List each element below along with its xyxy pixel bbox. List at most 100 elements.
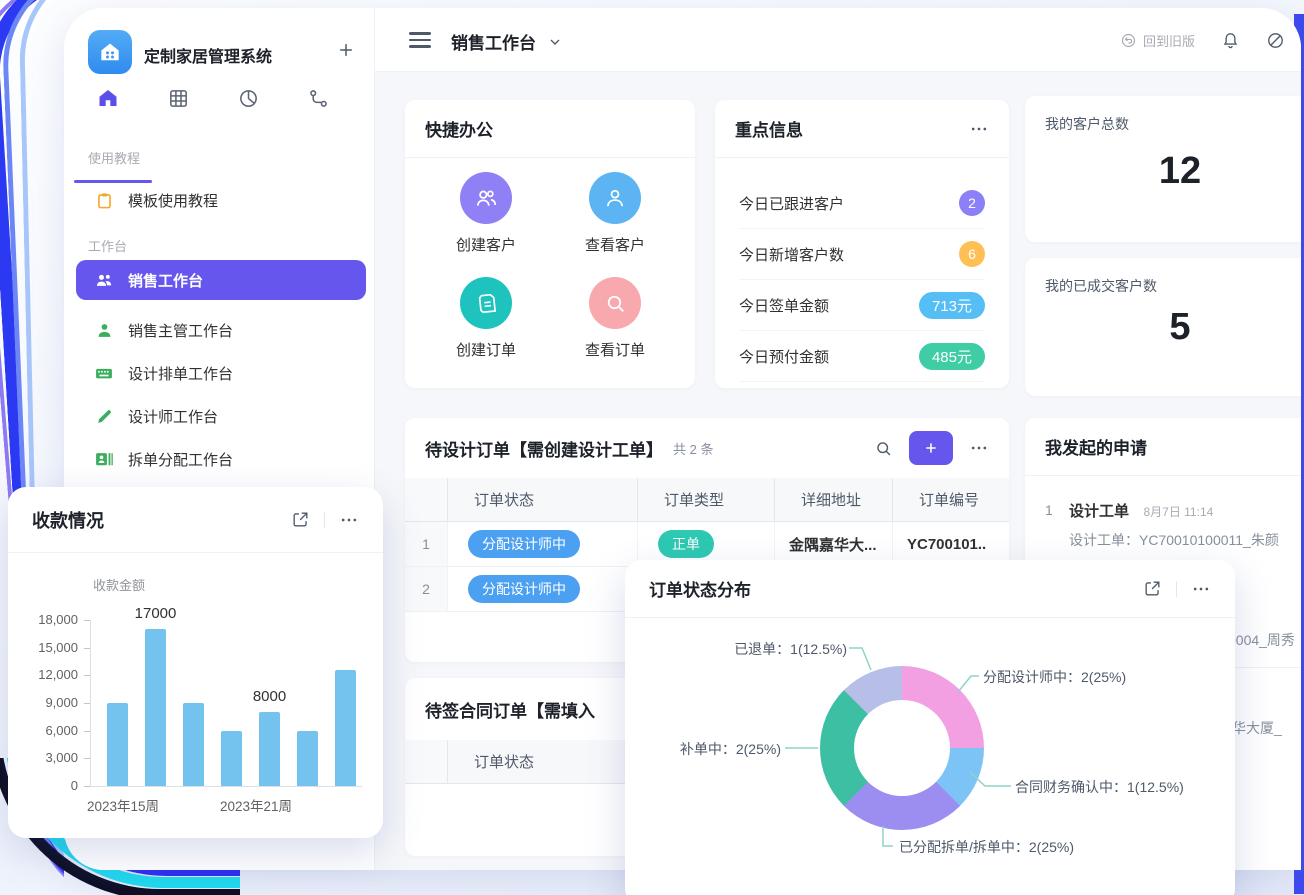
sidebar-item-designer[interactable]: 设计师工作台 <box>76 396 366 436</box>
tab-home[interactable] <box>94 84 122 112</box>
application-desc-fragment: 华大厦_ <box>1232 718 1282 738</box>
stat-card-closed-customers: 我的已成交客户数 5 <box>1025 258 1301 396</box>
key-info-label: 今日新增客户数 <box>739 244 844 265</box>
stat-value: 5 <box>1025 306 1301 349</box>
stat-value: 12 <box>1025 150 1301 193</box>
y-tick-mark <box>84 786 90 787</box>
id-card-icon <box>94 449 114 469</box>
action-view-order[interactable]: 查看订单 <box>570 277 660 360</box>
sidebar-item-label: 拆单分配工作台 <box>128 449 233 470</box>
ellipsis-icon[interactable] <box>969 119 989 139</box>
bar[interactable] <box>107 703 128 786</box>
card-title: 订单状态分布 <box>649 576 751 601</box>
key-info-row: 今日新增客户数 6 <box>739 229 985 280</box>
sidebar-section-label: 工作台 <box>88 236 127 255</box>
bar[interactable] <box>145 629 166 786</box>
revert-icon <box>1120 32 1137 49</box>
topbar-actions: 回到旧版 <box>1120 8 1285 72</box>
bell-icon[interactable] <box>1221 31 1240 50</box>
action-label: 创建客户 <box>441 234 531 255</box>
bar[interactable] <box>335 670 356 786</box>
column-header[interactable]: 详细地址 <box>775 478 893 521</box>
y-axis-line <box>90 620 91 786</box>
team-icon <box>94 270 114 290</box>
person-icon <box>94 320 114 340</box>
tab-analytics[interactable] <box>234 84 262 112</box>
column-header[interactable]: 订单状态 <box>448 740 638 783</box>
x-tick-label: 2023年21周 <box>191 795 321 815</box>
card-title: 重点信息 <box>735 116 803 141</box>
pencil-icon <box>94 406 114 426</box>
quick-office-card: 快捷办公 创建客户 查看客户 创建订单 <box>405 100 695 388</box>
external-link-icon[interactable] <box>1143 579 1162 598</box>
index-column-header <box>405 478 448 521</box>
card-title: 待设计订单【需创建设计工单】 <box>425 436 663 461</box>
key-info-label: 今日预付金额 <box>739 346 829 367</box>
document-icon <box>460 277 512 329</box>
hamburger-menu-icon[interactable] <box>409 32 431 48</box>
bar-data-label: 17000 <box>116 605 196 622</box>
back-to-old-version-button[interactable]: 回到旧版 <box>1120 31 1195 50</box>
bar[interactable] <box>183 703 204 786</box>
search-icon <box>589 277 641 329</box>
compass-icon[interactable] <box>1266 31 1285 50</box>
bar-data-label: 8000 <box>230 688 310 705</box>
topbar: 销售工作台 回到旧版 <box>375 8 1301 72</box>
tab-apps[interactable] <box>164 84 192 112</box>
count-badge: 2 <box>959 190 985 216</box>
action-create-customer[interactable]: 创建客户 <box>441 172 531 255</box>
y-tick-label: 0 <box>8 778 78 793</box>
sidebar-item-label: 设计师工作台 <box>128 406 218 427</box>
sidebar-item-design-scheduling[interactable]: 设计排单工作台 <box>76 353 366 393</box>
add-order-button[interactable] <box>909 431 953 465</box>
application-time: 8月7日 11:14 <box>1143 505 1213 519</box>
ellipsis-icon[interactable] <box>1191 579 1211 599</box>
application-title: 设计工单 <box>1069 503 1129 520</box>
row-index: 1 <box>405 522 448 566</box>
sidebar-item-tutorial[interactable]: 模板使用教程 <box>76 180 366 220</box>
action-create-order[interactable]: 创建订单 <box>441 277 531 360</box>
stat-card-total-customers: 我的客户总数 12 <box>1025 96 1301 242</box>
status-pill: 分配设计师中 <box>468 575 580 603</box>
column-header[interactable]: 订单类型 <box>638 478 775 521</box>
status-pill: 分配设计师中 <box>468 530 580 558</box>
payment-bar-plot: 2023年15周 2023年21周 18,00015,00012,0009,00… <box>8 487 383 838</box>
y-tick-mark <box>84 620 90 621</box>
workspace-title: 销售工作台 <box>451 29 536 54</box>
pie-slice-label: 已分配拆单/拆单中：2(25%) <box>899 837 1074 857</box>
sidebar-item-sales-manager[interactable]: 销售主管工作台 <box>76 310 366 350</box>
bar[interactable] <box>259 712 280 786</box>
sidebar-item-split-allocation[interactable]: 拆单分配工作台 <box>76 439 366 479</box>
card-title: 快捷办公 <box>425 116 493 141</box>
ellipsis-icon[interactable] <box>969 438 989 458</box>
bar[interactable] <box>297 731 318 786</box>
sidebar-item-label: 销售工作台 <box>128 270 203 291</box>
tab-workflow[interactable] <box>304 84 332 112</box>
list-item-index: 1 <box>1045 502 1053 518</box>
add-app-button[interactable] <box>334 38 358 62</box>
action-label: 查看客户 <box>570 234 660 255</box>
team-icon <box>460 172 512 224</box>
application-desc-fragment: 0004_周秀 <box>1228 630 1295 650</box>
search-icon[interactable] <box>874 439 893 458</box>
card-header: 我发起的申请 <box>1025 418 1301 476</box>
card-title: 我发起的申请 <box>1045 434 1147 459</box>
sidebar-item-label: 模板使用教程 <box>128 190 218 211</box>
amount-badge: 485元 <box>919 343 985 370</box>
x-axis-line <box>90 786 362 787</box>
app-logo[interactable] <box>88 30 132 74</box>
sidebar-item-sales-workbench[interactable]: 销售工作台 <box>76 260 366 300</box>
y-tick-mark <box>84 703 90 704</box>
chevron-down-icon[interactable] <box>547 34 563 50</box>
card-header: 快捷办公 <box>405 100 695 158</box>
action-view-customer[interactable]: 查看客户 <box>570 172 660 255</box>
bar[interactable] <box>221 731 242 786</box>
stat-label: 我的已成交客户数 <box>1045 276 1157 296</box>
column-header[interactable]: 订单状态 <box>448 478 638 521</box>
payment-status-card: 收款情况 收款金额 2023年15周 2023年21周 18,00015,000… <box>8 487 383 838</box>
list-item[interactable]: 设计工单 8月7日 11:14 <box>1069 500 1213 521</box>
plus-icon <box>336 40 356 60</box>
key-info-row: 今日签单金额 713元 <box>739 280 985 331</box>
person-icon <box>589 172 641 224</box>
column-header[interactable]: 订单编号 <box>893 478 1009 521</box>
